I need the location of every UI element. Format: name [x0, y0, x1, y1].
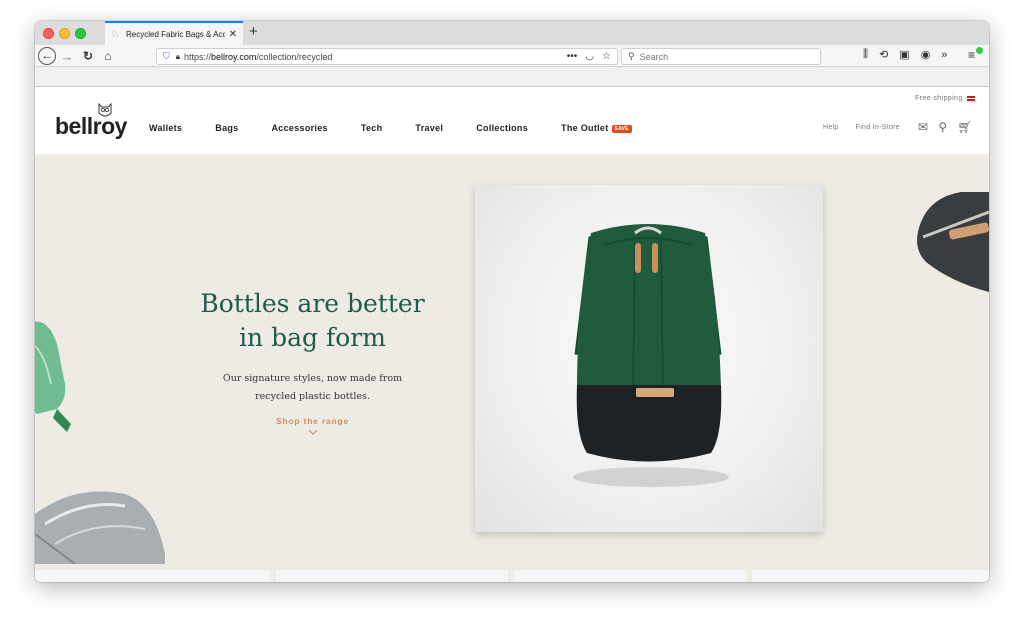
- hero-title: Bottles are better in bag form: [200, 289, 425, 352]
- nav-tech[interactable]: Tech: [361, 123, 383, 133]
- nav-the-outlet[interactable]: The Outlet SAVE: [561, 123, 632, 133]
- shop-the-range-link[interactable]: Shop the range: [240, 416, 385, 426]
- search-icon: ⚲: [628, 51, 635, 61]
- toolbar-spacer: [35, 67, 989, 87]
- bellroy-logo[interactable]: bellroy: [55, 113, 127, 140]
- reader-icon[interactable]: ▣: [899, 48, 909, 61]
- product-card[interactable]: [35, 570, 270, 582]
- mail-icon[interactable]: ✉: [918, 120, 928, 134]
- help-link[interactable]: Help: [823, 124, 839, 131]
- cart-icon[interactable]: 🛒︎: [957, 120, 973, 134]
- hero-subtitle: Our signature styles, now made from recy…: [222, 373, 403, 402]
- us-flag-icon: [967, 95, 975, 101]
- hamburger-menu-icon[interactable]: ≡: [968, 48, 975, 62]
- product-card[interactable]: [752, 570, 989, 582]
- tab-title: Recycled Fabric Bags & Access: [126, 29, 225, 39]
- header-utilities: Help Find In-Store ✉ ⚲ 🛒︎: [806, 120, 973, 134]
- nav-travel[interactable]: Travel: [415, 123, 443, 133]
- browser-tab-active[interactable]: ♘ Recycled Fabric Bags & Access ✕: [105, 21, 243, 45]
- save-badge: SAVE: [611, 124, 632, 133]
- find-in-store-link[interactable]: Find In-Store: [856, 124, 900, 131]
- product-card[interactable]: [514, 570, 746, 582]
- shield-icon[interactable]: ⛉: [163, 51, 170, 62]
- web-page: Free shipping bellroy Wallets Bags Acces…: [35, 88, 989, 582]
- new-tab-button[interactable]: +: [249, 23, 258, 41]
- overflow-icon[interactable]: »: [941, 49, 947, 61]
- library-icon[interactable]: ⫼: [863, 48, 868, 61]
- tab-strip: ♘ Recycled Fabric Bags & Access ✕ +: [35, 21, 989, 45]
- address-bar[interactable]: ⛉ 🔒︎ https://bellroy.com/collection/recy…: [156, 48, 618, 65]
- backpack-image: [573, 224, 729, 487]
- search-icon[interactable]: ⚲: [938, 120, 947, 134]
- hero-banner: Bottles are better in bag form Our signa…: [35, 154, 989, 564]
- product-photo: [475, 185, 823, 532]
- close-window-button[interactable]: [43, 28, 54, 39]
- update-badge-icon: [976, 47, 983, 54]
- reload-button[interactable]: ↻: [81, 47, 95, 65]
- nav-wallets[interactable]: Wallets: [149, 123, 182, 133]
- zoom-window-button[interactable]: [75, 28, 86, 39]
- back-button[interactable]: ←: [38, 47, 56, 65]
- dark-pouch-image: [917, 192, 989, 292]
- history-icon[interactable]: ⟲: [879, 48, 888, 61]
- site-header: Free shipping bellroy Wallets Bags Acces…: [35, 88, 989, 154]
- free-shipping-notice[interactable]: Free shipping: [915, 95, 975, 102]
- owl-logo-icon: [98, 102, 112, 117]
- minimize-window-button[interactable]: [59, 28, 70, 39]
- chevron-down-icon[interactable]: [307, 426, 319, 438]
- tab-close-icon[interactable]: ✕: [229, 29, 237, 40]
- bellroy-favicon-icon: ♘: [111, 29, 120, 39]
- pocket-icon[interactable]: ◡: [585, 51, 594, 62]
- home-button[interactable]: ⌂: [101, 47, 115, 65]
- search-placeholder: Search: [639, 51, 669, 62]
- browser-window: ♘ Recycled Fabric Bags & Access ✕ + ← → …: [35, 21, 989, 582]
- search-input[interactable]: ⚲ Search: [621, 48, 821, 65]
- clear-bottle-image: [35, 491, 165, 564]
- green-bottle-image: [35, 321, 71, 432]
- more-icon[interactable]: •••: [567, 51, 578, 62]
- nav-collections[interactable]: Collections: [476, 123, 528, 133]
- nav-bags[interactable]: Bags: [215, 123, 238, 133]
- navigation-toolbar: ← → ↻ ⌂ ⛉ 🔒︎ https://bellroy.com/collect…: [35, 45, 989, 67]
- forward-button[interactable]: →: [60, 47, 74, 65]
- account-icon[interactable]: ◉: [921, 48, 931, 61]
- lock-icon[interactable]: 🔒︎: [176, 52, 180, 62]
- nav-accessories[interactable]: Accessories: [272, 123, 328, 133]
- main-navigation: Wallets Bags Accessories Tech Travel Col…: [149, 123, 632, 133]
- product-card[interactable]: [276, 570, 508, 582]
- url-text[interactable]: https://bellroy.com/collection/recycled: [184, 52, 567, 62]
- bookmark-star-icon[interactable]: ☆: [602, 51, 611, 62]
